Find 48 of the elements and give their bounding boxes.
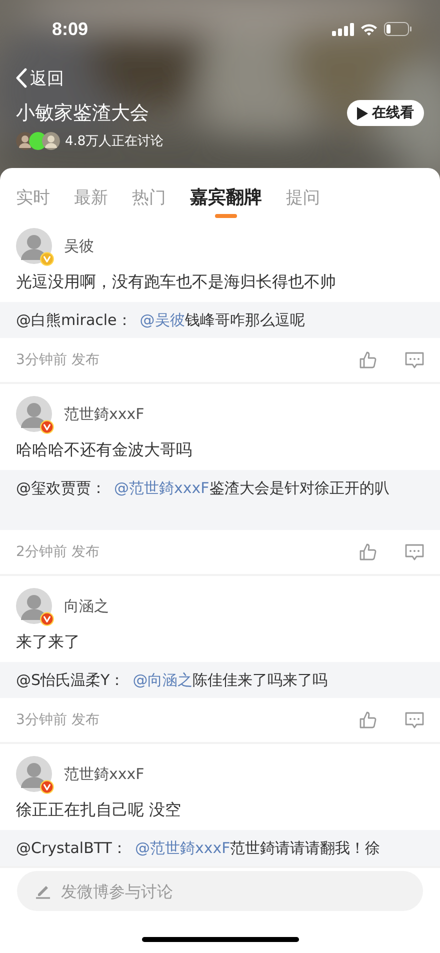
compose-field[interactable]: 发微博参与讨论 xyxy=(17,871,423,911)
topic-title: 小敏家鉴渣大会 xyxy=(16,101,149,126)
post-text: 光逗没用啊，没有跑车也不是海归长得也不帅 xyxy=(16,271,337,293)
tab[interactable]: 最新 xyxy=(74,182,108,212)
post-text: 哈哈哈不还有金波大哥吗 xyxy=(16,439,193,461)
tab[interactable]: 热门 xyxy=(132,182,166,212)
comment-icon[interactable] xyxy=(405,544,424,560)
tab[interactable]: 提问 xyxy=(286,182,320,212)
reply-text: @CrystalBTT： @范世錡xxxF范世錡请请请翻我！徐 xyxy=(16,838,382,858)
post-text: 徐正正在扎自己呢 没空 xyxy=(16,799,182,821)
back-button[interactable]: 返回 xyxy=(16,66,64,90)
comment-icon[interactable] xyxy=(405,352,424,368)
battery-icon xyxy=(384,22,412,36)
avatar-icon xyxy=(42,132,60,150)
mention-link[interactable]: @范世錡xxxF xyxy=(114,479,210,497)
watch-live-button[interactable]: 在线看 xyxy=(347,100,424,126)
comment-icon[interactable] xyxy=(405,712,424,728)
reply-text: @S怡氏温柔Y： @向涵之陈佳佳来了吗来了吗 xyxy=(16,670,329,690)
post-time: 2分钟前 发布 xyxy=(16,543,100,561)
pencil-icon xyxy=(35,883,51,899)
mention-link[interactable]: @范世錡xxxF xyxy=(134,839,230,857)
chevron-left-icon xyxy=(16,68,27,88)
author-name[interactable]: 向涵之 xyxy=(64,596,109,616)
tab-indicator xyxy=(215,214,237,218)
play-icon xyxy=(357,106,368,120)
signal-icon xyxy=(332,22,354,36)
avatar-icon xyxy=(16,756,52,792)
reply-text: @白熊miracle： @吴彼钱峰哥咋那么逗呢 xyxy=(16,310,306,330)
author-name[interactable]: 范世錡xxxF xyxy=(64,404,144,424)
author-name[interactable]: 范世錡xxxF xyxy=(64,764,144,784)
thumbs-up-icon[interactable] xyxy=(359,351,377,369)
reply-text: @玺欢贾贾： @范世錡xxxF鉴渣大会是针对徐正开的叭 xyxy=(16,478,390,498)
post-time: 3分钟前 发布 xyxy=(16,351,100,369)
thumbs-up-icon[interactable] xyxy=(359,543,377,561)
thumbs-up-icon[interactable] xyxy=(359,711,377,729)
author-name[interactable]: 吴彼 xyxy=(64,236,94,256)
avatar-icon xyxy=(16,588,52,624)
tab[interactable]: 嘉宾翻牌 xyxy=(190,182,262,212)
status-time: 8:09 xyxy=(52,18,88,40)
mention-link[interactable]: @吴彼 xyxy=(140,311,185,329)
tab[interactable]: 实时 xyxy=(16,182,50,212)
avatar-icon xyxy=(16,396,52,432)
mention-link[interactable]: @向涵之 xyxy=(132,671,193,689)
discussion-count: 4.8万人正在讨论 xyxy=(65,133,164,150)
post-time: 3分钟前 发布 xyxy=(16,711,100,729)
wifi-icon xyxy=(360,22,378,36)
post-text: 来了来了 xyxy=(16,631,81,653)
avatar-icon xyxy=(16,228,52,264)
